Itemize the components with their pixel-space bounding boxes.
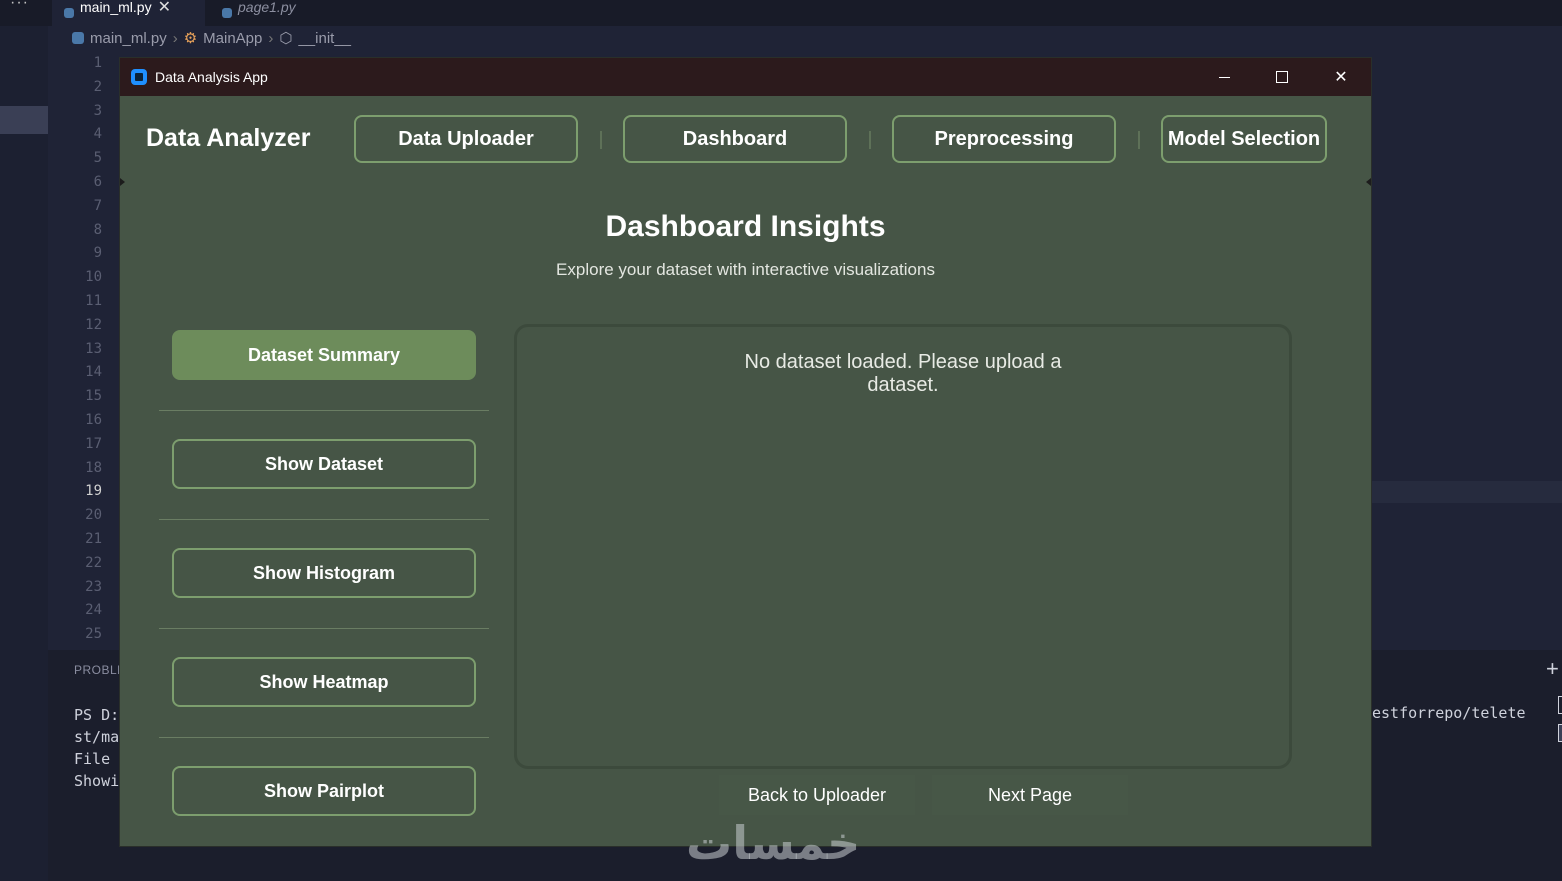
brand-title: Data Analyzer [146, 124, 311, 152]
show-histogram-button[interactable]: Show Histogram [172, 548, 476, 598]
line-number: 14 [85, 364, 102, 381]
nav-preprocessing-button[interactable]: Preprocessing [892, 115, 1116, 163]
app-window: Data Analysis App ✕ Data Analyzer Data U… [120, 58, 1371, 846]
terminal-line: Showi [74, 772, 120, 790]
show-dataset-button[interactable]: Show Dataset [172, 439, 476, 489]
line-number: 23 [85, 578, 102, 595]
nav-divider [1138, 131, 1140, 149]
line-number: 25 [85, 626, 102, 643]
sidebar-divider [159, 628, 489, 629]
current-line-highlight [1372, 481, 1562, 503]
more-actions-icon[interactable]: ··· [10, 0, 29, 12]
chevron-right-icon: › [268, 29, 274, 47]
sidebar-divider [159, 410, 489, 411]
line-number: 2 [93, 78, 102, 95]
line-number: 7 [93, 197, 102, 214]
chevron-right-icon: › [172, 29, 178, 47]
line-number: 5 [93, 150, 102, 167]
breadcrumb-file[interactable]: main_ml.py [90, 30, 167, 47]
maximize-button[interactable] [1259, 64, 1305, 90]
line-number: 10 [85, 269, 102, 286]
activity-bar [0, 26, 48, 881]
sidebar-divider [159, 519, 489, 520]
maximize-icon [1276, 71, 1288, 83]
empty-state-message: No dataset loaded. Please upload a datas… [517, 351, 1289, 397]
line-number: 15 [85, 388, 102, 405]
watermark-logo: خمسات [686, 816, 861, 870]
terminal-icon[interactable] [1558, 696, 1562, 714]
terminal-line: PS D: [74, 706, 120, 724]
page-title: Dashboard Insights [605, 210, 886, 243]
line-number: 17 [85, 435, 102, 452]
next-page-button[interactable]: Next Page [932, 775, 1128, 815]
tab-page1[interactable]: page1.py [210, 0, 330, 26]
python-file-icon [64, 8, 74, 18]
line-number: 9 [93, 245, 102, 262]
line-number: 21 [85, 530, 102, 547]
terminal-line: File [74, 750, 111, 768]
panel-tab-problems[interactable]: PROBLE [74, 663, 126, 677]
nav-divider [600, 131, 602, 149]
editor-tab-bar: ··· main_ml.py ✕ page1.py [0, 0, 1562, 26]
line-number: 4 [93, 126, 102, 143]
line-number: 6 [93, 173, 102, 190]
line-numbers: 1 2 3 4 5 6 7 8 9 10 11 12 13 14 15 16 17 18 19 20 21 22 23 24 2… [60, 52, 102, 647]
window-title: Data Analysis App [155, 69, 268, 85]
close-icon[interactable]: ✕ [158, 0, 171, 17]
terminal-icon[interactable] [1558, 724, 1562, 742]
close-button[interactable]: ✕ [1318, 64, 1364, 90]
line-number: 3 [93, 102, 102, 119]
activity-highlight [0, 106, 48, 134]
page-subtitle: Explore your dataset with interactive vi… [556, 260, 935, 279]
breadcrumb-class[interactable]: MainApp [203, 30, 262, 47]
python-file-icon [222, 8, 232, 18]
terminal-output[interactable]: PS D: st/ma File Showi [74, 704, 119, 792]
line-number: 19 [85, 483, 102, 500]
nav-divider [869, 131, 871, 149]
line-number: 24 [85, 602, 102, 619]
nav-data-uploader-button[interactable]: Data Uploader [354, 115, 578, 163]
python-file-icon [72, 32, 84, 44]
line-number: 20 [85, 507, 102, 524]
close-icon: ✕ [1334, 69, 1348, 86]
line-number: 16 [85, 411, 102, 428]
line-number: 8 [93, 221, 102, 238]
nav-model-selection-button[interactable]: Model Selection [1161, 115, 1327, 163]
line-number: 18 [85, 459, 102, 476]
empty-state-line: dataset. [867, 374, 939, 396]
app-icon [131, 69, 147, 85]
window-titlebar[interactable]: Data Analysis App ✕ [120, 58, 1371, 96]
resize-arrow-icon [120, 178, 125, 186]
line-number: 22 [85, 554, 102, 571]
content-panel: No dataset loaded. Please upload a datas… [514, 324, 1292, 769]
back-to-uploader-button[interactable]: Back to Uploader [719, 775, 915, 815]
empty-state-line: No dataset loaded. Please upload a [744, 351, 1062, 373]
tab-label: page1.py [238, 0, 296, 15]
minimize-button[interactable] [1201, 64, 1247, 90]
tab-label: main_ml.py [80, 0, 152, 15]
class-icon: ⚙ [183, 30, 198, 47]
cube-icon: ⬡ [279, 30, 293, 47]
tab-main-ml[interactable]: main_ml.py ✕ [52, 0, 205, 26]
nav-dashboard-button[interactable]: Dashboard [623, 115, 847, 163]
show-pairplot-button[interactable]: Show Pairplot [172, 766, 476, 816]
line-number: 13 [85, 340, 102, 357]
line-number: 11 [85, 292, 102, 309]
breadcrumb-method[interactable]: __init__ [298, 30, 351, 47]
breadcrumb: main_ml.py › ⚙ MainApp › ⬡ __init__ [72, 29, 351, 47]
terminal-line: st/ma [74, 728, 120, 746]
terminal-line: estforrepo/telete [1372, 704, 1526, 722]
dataset-summary-button[interactable]: Dataset Summary [172, 330, 476, 380]
minimize-icon [1218, 76, 1230, 78]
line-number: 1 [93, 55, 102, 71]
add-terminal-icon[interactable]: + [1546, 656, 1559, 682]
show-heatmap-button[interactable]: Show Heatmap [172, 657, 476, 707]
sidebar-divider [159, 737, 489, 738]
resize-arrow-icon [1366, 178, 1371, 186]
line-number: 12 [85, 316, 102, 333]
